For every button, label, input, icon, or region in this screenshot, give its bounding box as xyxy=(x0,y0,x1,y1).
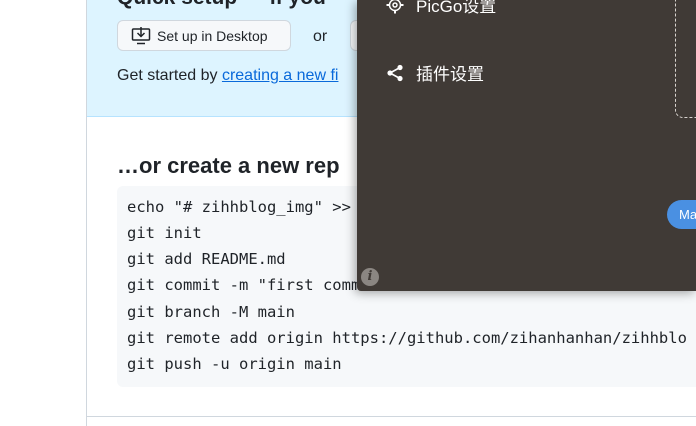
picgo-settings-menu: PicGo设置 插件设置 Ma i xyxy=(357,0,696,291)
quick-setup-title: Quick setup — if you xyxy=(117,0,326,10)
code-line: echo "# zihhblog_img" >> xyxy=(127,198,351,216)
desktop-download-icon xyxy=(131,26,151,44)
gear-icon xyxy=(385,0,405,15)
menu-item-label: PicGo设置 xyxy=(416,0,497,16)
menu-item-label: 插件设置 xyxy=(416,65,484,84)
upload-dropzone[interactable] xyxy=(675,0,696,118)
menu-item-plugin-settings[interactable]: 插件设置 xyxy=(385,60,484,85)
section-divider xyxy=(87,416,696,417)
code-line: git push -u origin main xyxy=(127,355,342,373)
code-line: git remote add origin https://github.com… xyxy=(127,329,687,347)
setup-in-desktop-button[interactable]: Set up in Desktop xyxy=(117,20,291,51)
info-icon[interactable]: i xyxy=(361,268,379,286)
code-line: git branch -M main xyxy=(127,303,295,321)
share-icon xyxy=(385,63,405,83)
or-label: or xyxy=(313,28,328,45)
code-line: git commit -m "first commit" xyxy=(127,276,389,294)
upload-mode-button[interactable]: Ma xyxy=(667,200,696,229)
get-started-text: Get started by creating a new fi xyxy=(117,67,338,85)
get-started-prefix: Get started by xyxy=(117,67,222,84)
code-line: git add README.md xyxy=(127,250,286,268)
create-new-file-link[interactable]: creating a new fi xyxy=(222,67,339,84)
menu-item-picgo-settings[interactable]: PicGo设置 xyxy=(385,0,496,17)
code-line: git init xyxy=(127,224,202,242)
create-new-repo-heading: …or create a new rep xyxy=(117,153,340,178)
setup-in-desktop-label: Set up in Desktop xyxy=(157,27,268,44)
